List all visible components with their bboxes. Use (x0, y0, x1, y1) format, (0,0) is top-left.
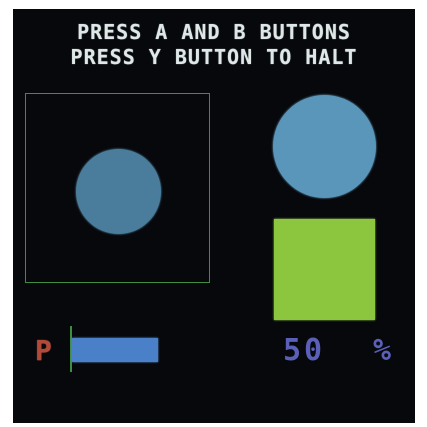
game-screen: PRESS A AND B BUTTONS PRESS Y BUTTON TO … (13, 9, 415, 423)
level-label: P (35, 334, 52, 367)
instruction-line-2: PRESS Y BUTTON TO HALT (70, 45, 358, 69)
level-bar (72, 338, 244, 362)
level-bar-fill (72, 338, 158, 362)
indicator-circle-icon (273, 95, 376, 198)
moving-circle-icon (76, 149, 161, 234)
play-area (25, 93, 210, 283)
instruction-line-1: PRESS A AND B BUTTONS (77, 20, 351, 44)
indicator-square-icon (274, 219, 375, 320)
percent-value: 50 (283, 333, 326, 368)
percent-sign: % (373, 333, 392, 368)
